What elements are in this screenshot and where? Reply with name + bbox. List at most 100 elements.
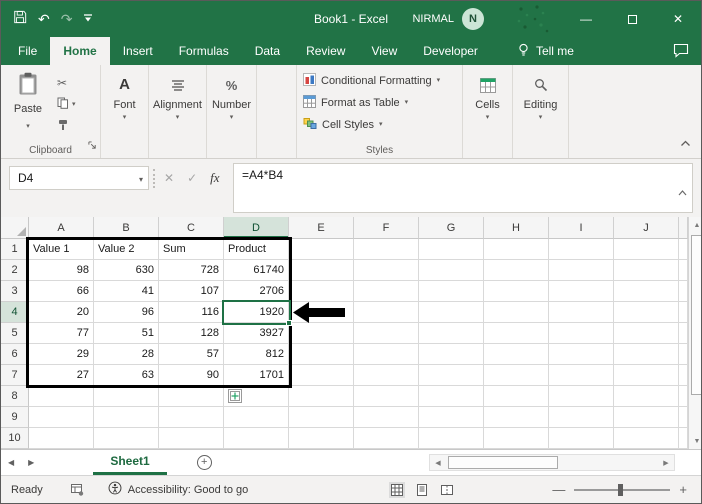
cell-F7[interactable] <box>354 365 419 386</box>
formula-bar-collapse-icon[interactable] <box>678 183 687 201</box>
cell-A3[interactable]: 66 <box>29 281 94 302</box>
copy-button[interactable]: ▾ <box>57 97 76 111</box>
cell-E9[interactable] <box>289 407 354 428</box>
cell-B9[interactable] <box>94 407 159 428</box>
cell-C6[interactable]: 57 <box>159 344 224 365</box>
page-layout-view-button[interactable] <box>414 482 430 498</box>
zoom-slider[interactable] <box>574 483 671 496</box>
cell-A7[interactable]: 27 <box>29 365 94 386</box>
alignment-group-button[interactable]: Alignment ▾ <box>149 65 207 158</box>
accessibility-status[interactable]: Accessibility: Good to go <box>108 481 248 498</box>
save-icon[interactable] <box>13 10 27 29</box>
tab-review[interactable]: Review <box>293 37 358 65</box>
cell-G1[interactable] <box>419 239 484 260</box>
cell-C9[interactable] <box>159 407 224 428</box>
cell-A5[interactable]: 77 <box>29 323 94 344</box>
cell-F9[interactable] <box>354 407 419 428</box>
row-header-4[interactable]: 4 <box>1 302 29 323</box>
maximize-button[interactable] <box>609 1 655 37</box>
avatar[interactable]: N <box>462 8 484 30</box>
cell-F10[interactable] <box>354 428 419 449</box>
cell-E6[interactable] <box>289 344 354 365</box>
cell-H1[interactable] <box>484 239 549 260</box>
cell-H4[interactable] <box>484 302 549 323</box>
cell-A2[interactable]: 98 <box>29 260 94 281</box>
cell-J6[interactable] <box>614 344 679 365</box>
row-header-3[interactable]: 3 <box>1 281 29 302</box>
sheet-tab-sheet1[interactable]: Sheet1 <box>93 450 167 475</box>
cell-G5[interactable] <box>419 323 484 344</box>
normal-view-button[interactable] <box>389 481 405 498</box>
cell-F6[interactable] <box>354 344 419 365</box>
collapse-ribbon-button[interactable] <box>680 134 691 152</box>
cell-I4[interactable] <box>549 302 614 323</box>
cell-G2[interactable] <box>419 260 484 281</box>
cell-A10[interactable] <box>29 428 94 449</box>
redo-icon[interactable]: ↷ <box>61 12 73 26</box>
macro-record-icon[interactable] <box>70 483 84 496</box>
cell-D2[interactable]: 61740 <box>224 260 289 281</box>
horizontal-scrollbar-track[interactable] <box>446 455 658 470</box>
column-header-B[interactable]: B <box>94 217 159 239</box>
cell-F3[interactable] <box>354 281 419 302</box>
tab-formulas[interactable]: Formulas <box>166 37 242 65</box>
format-as-table-button[interactable]: Format as Table ▾ <box>303 94 456 110</box>
cell-D10[interactable] <box>224 428 289 449</box>
row-header-10[interactable]: 10 <box>1 428 29 449</box>
cell-B1[interactable]: Value 2 <box>94 239 159 260</box>
cell-C8[interactable] <box>159 386 224 407</box>
close-button[interactable]: ✕ <box>655 1 701 37</box>
font-group-button[interactable]: A Font ▾ <box>101 65 149 158</box>
cell-B8[interactable] <box>94 386 159 407</box>
cell-I9[interactable] <box>549 407 614 428</box>
scroll-up-icon[interactable]: ▲ <box>689 217 701 233</box>
cell-G7[interactable] <box>419 365 484 386</box>
scroll-left-icon[interactable]: ◀ <box>430 459 446 467</box>
cell-A1[interactable]: Value 1 <box>29 239 94 260</box>
cell-C10[interactable] <box>159 428 224 449</box>
cell-I3[interactable] <box>549 281 614 302</box>
cell-J1[interactable] <box>614 239 679 260</box>
formula-input[interactable]: =A4*B4 <box>233 163 693 213</box>
cell-J5[interactable] <box>614 323 679 344</box>
cell-G10[interactable] <box>419 428 484 449</box>
cell-F5[interactable] <box>354 323 419 344</box>
column-header-D[interactable]: D <box>224 217 289 239</box>
sheet-nav-left-icon[interactable]: ◀ <box>1 458 21 467</box>
cell-E1[interactable] <box>289 239 354 260</box>
column-header-I[interactable]: I <box>549 217 614 239</box>
cell-D7[interactable]: 1701 <box>224 365 289 386</box>
tab-file[interactable]: File <box>5 37 50 65</box>
cancel-icon[interactable]: ✕ <box>164 171 174 185</box>
cell-C5[interactable]: 128 <box>159 323 224 344</box>
row-header-7[interactable]: 7 <box>1 365 29 386</box>
cell-J10[interactable] <box>614 428 679 449</box>
cell-A6[interactable]: 29 <box>29 344 94 365</box>
cell-C7[interactable]: 90 <box>159 365 224 386</box>
cell-H10[interactable] <box>484 428 549 449</box>
cell-B7[interactable]: 63 <box>94 365 159 386</box>
column-header-C[interactable]: C <box>159 217 224 239</box>
cell-D5[interactable]: 3927 <box>224 323 289 344</box>
cell-H6[interactable] <box>484 344 549 365</box>
cell-G6[interactable] <box>419 344 484 365</box>
cell-B5[interactable]: 51 <box>94 323 159 344</box>
cell-H9[interactable] <box>484 407 549 428</box>
scroll-right-icon[interactable]: ▶ <box>658 459 674 467</box>
number-group-button[interactable]: % Number ▾ <box>207 65 257 158</box>
row-header-1[interactable]: 1 <box>1 239 29 260</box>
tab-view[interactable]: View <box>358 37 410 65</box>
tab-developer[interactable]: Developer <box>410 37 491 65</box>
column-header-G[interactable]: G <box>419 217 484 239</box>
column-header-F[interactable]: F <box>354 217 419 239</box>
cell-E8[interactable] <box>289 386 354 407</box>
cell-J7[interactable] <box>614 365 679 386</box>
tab-data[interactable]: Data <box>242 37 293 65</box>
cell-I5[interactable] <box>549 323 614 344</box>
customize-quick-access-icon[interactable] <box>83 10 93 28</box>
conditional-formatting-button[interactable]: Conditional Formatting ▾ <box>303 72 456 88</box>
account-button[interactable]: NIRMAL N <box>412 8 484 30</box>
name-box[interactable]: D4 ▾ <box>9 166 149 190</box>
vertical-scrollbar-thumb[interactable] <box>691 235 701 395</box>
page-break-view-button[interactable] <box>439 482 455 498</box>
